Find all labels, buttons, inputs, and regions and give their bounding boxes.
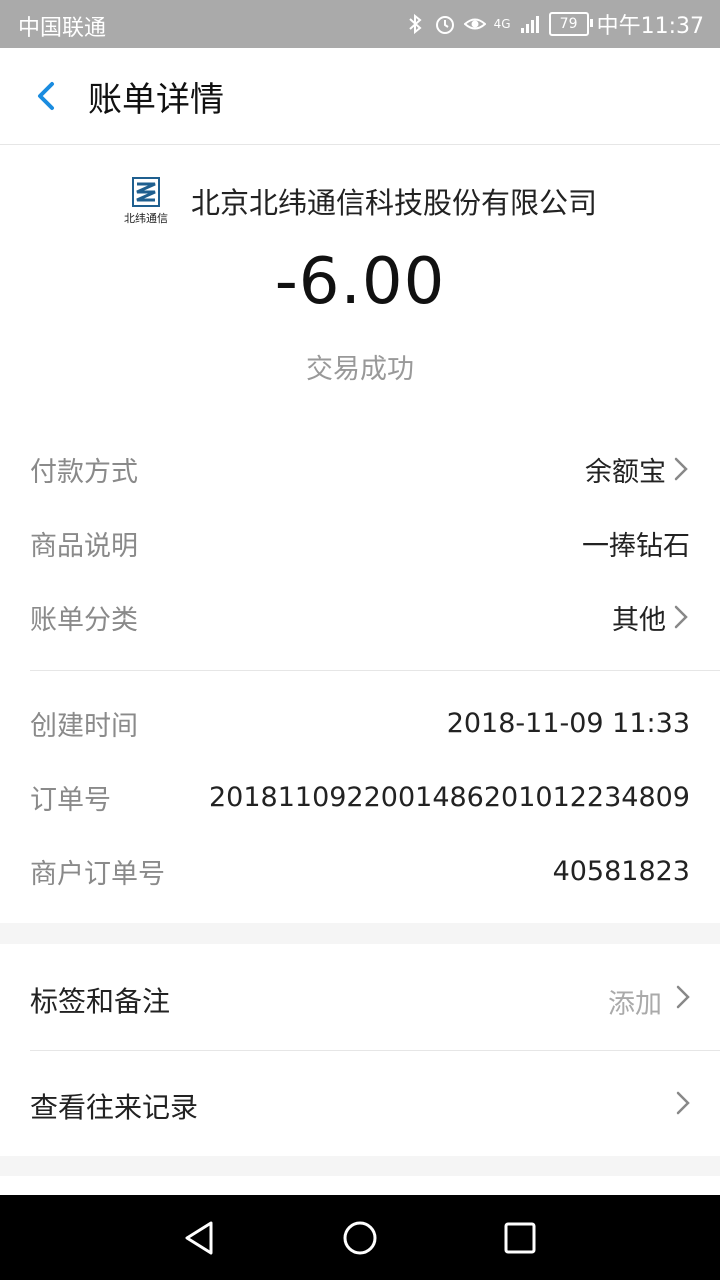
network-type-label: 4G [493,17,511,31]
page-title: 账单详情 [88,80,224,120]
order-number-value: 2018110922001486201012234809 [209,781,690,813]
tags-add-action: 添加 [608,989,662,1020]
title-bar: 账单详情 [0,48,720,145]
tags-notes-title: 标签和备注 [30,985,171,1018]
order-number-label: 订单号 [30,784,111,816]
battery-level: 79 [559,16,578,32]
nav-recents-icon[interactable] [497,1215,543,1261]
next-section-edge [0,1176,720,1195]
back-icon[interactable] [28,76,68,116]
system-nav-bar [0,1195,720,1280]
bill-detail-card: 北纬通信 北京北纬通信科技股份有限公司 -6.00 交易成功 付款方式 余额宝 … [0,145,720,923]
eye-icon [463,18,486,30]
nav-home-icon[interactable] [337,1215,383,1261]
created-time-value: 2018-11-09 11:33 [446,707,690,739]
product-description-row: 商品说明 一捧钻石 [30,519,690,567]
order-number-row: 订单号 2018110922001486201012234809 [30,773,690,821]
bill-category-label: 账单分类 [30,604,138,636]
merchant-logo: 北纬通信 [123,176,169,226]
payment-method-row[interactable]: 付款方式 余额宝 [30,445,690,493]
merchant-logo-text: 北纬通信 [123,212,168,225]
product-description-label: 商品说明 [30,530,138,562]
status-icons: 4G 79 中午11:37 [404,8,704,40]
merchant-name: 北京北纬通信科技股份有限公司 [190,186,597,220]
section-divider [30,670,720,671]
clock-label: 中午11:37 [596,14,704,39]
transaction-status: 交易成功 [306,354,414,385]
chevron-right-icon [674,457,688,481]
carrier-label: 中国联通 [18,16,107,41]
nav-back-icon[interactable] [177,1215,223,1261]
transaction-amount: -6.00 [274,245,446,319]
merchant-header: 北纬通信 北京北纬通信科技股份有限公司 [0,173,720,229]
merchant-order-number-value: 40581823 [552,855,690,887]
actions-section: 标签和备注 添加 查看往来记录 [0,944,720,1156]
alarm-icon [435,16,454,34]
payment-method-value: 余额宝 [585,456,666,488]
bill-category-value: 其他 [612,604,666,636]
created-time-row: 创建时间 2018-11-09 11:33 [30,699,690,747]
tags-notes-row[interactable]: 标签和备注 添加 [0,944,720,1050]
signal-icon [520,16,539,33]
payment-method-label: 付款方式 [30,456,138,488]
created-time-label: 创建时间 [30,710,138,742]
bluetooth-icon [408,13,422,35]
view-history-title: 查看往来记录 [30,1091,199,1124]
status-bar: 中国联通 4G 79 中午11:37 [0,0,720,48]
battery-icon: 79 [548,12,593,36]
view-history-row[interactable]: 查看往来记录 [0,1051,720,1156]
merchant-order-number-label: 商户订单号 [30,858,165,890]
chevron-right-icon [676,1091,690,1115]
merchant-order-number-row: 商户订单号 40581823 [30,847,690,895]
chevron-right-icon [676,985,690,1009]
merchant-logo-icon [131,177,160,207]
chevron-right-icon [674,605,688,629]
bill-category-row[interactable]: 账单分类 其他 [30,593,690,641]
product-description-value: 一捧钻石 [582,530,690,562]
